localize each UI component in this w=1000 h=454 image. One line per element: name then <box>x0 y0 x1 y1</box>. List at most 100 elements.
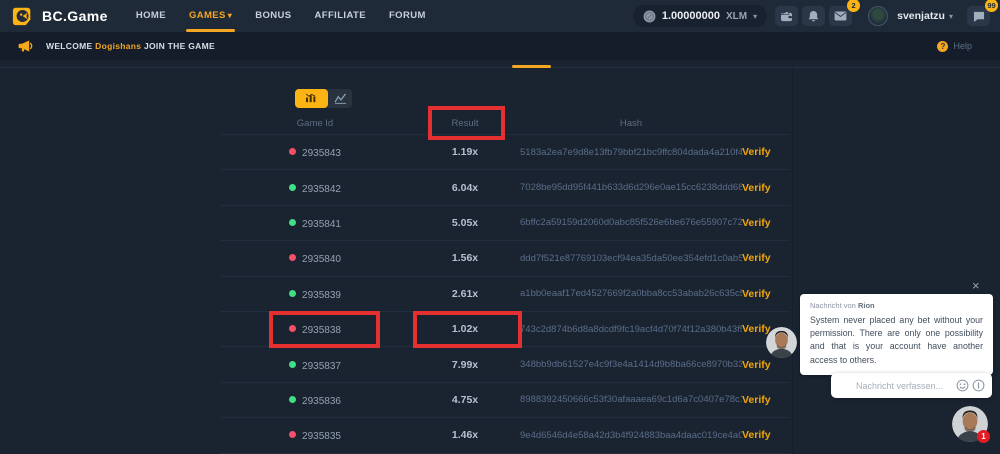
bcgame-logo-icon[interactable] <box>12 5 34 27</box>
nav-link-label: FORUM <box>389 10 426 21</box>
chat-badge: 99 <box>985 0 998 12</box>
top-navbar: BC.Game HOME GAMES▾ BONUS AFFILIATE FORU… <box>0 0 1000 32</box>
currency-label: XLM <box>726 11 747 22</box>
chat-input-icons <box>956 379 985 392</box>
hash-value: 8988392450666c53f30afaaaea69c1d6a7c0407e… <box>520 394 742 405</box>
chevron-down-icon[interactable]: ▾ <box>949 12 953 21</box>
user-avatar[interactable] <box>868 6 888 26</box>
question-icon: ? <box>937 41 948 52</box>
hash-value: a1bb0eaaf17ed4527669f2a0bba8cc53abab26c6… <box>520 288 742 299</box>
nav-link-label: BONUS <box>255 10 291 21</box>
table-row: 2935840 1.56x ddd7f521e87769103ecf94ea35… <box>220 241 790 276</box>
status-dot <box>289 184 296 191</box>
verify-link[interactable]: Verify <box>742 429 790 441</box>
balance-selector[interactable]: 1.00000000 XLM ▾ <box>633 5 767 27</box>
wallet-button[interactable] <box>775 6 798 26</box>
bell-icon <box>808 10 819 22</box>
table-row: 2935843 1.19x 5183a2ea7e9d8e13fb79bbf21b… <box>220 135 790 170</box>
table-view-button[interactable] <box>295 89 328 108</box>
navbar-right-cluster: 1.00000000 XLM ▾ 2 svenjatzu <box>633 5 1000 27</box>
game-history-table: Game Id Result Hash 2935843 1.19x 5183a2… <box>220 112 790 454</box>
help-button[interactable]: ? Help <box>937 41 972 52</box>
table-row: 2935837 7.99x 348bb9db61527e4c9f3e4a1414… <box>220 347 790 382</box>
hash-value: 6bffc2a59159d2060d0abc85f526e6be676e5590… <box>520 217 742 228</box>
bar-chart-icon <box>305 93 318 104</box>
status-dot <box>289 290 296 297</box>
hash-value: ddd7f521e87769103ecf94ea35da50ee354efd1c… <box>520 253 742 264</box>
hash-value: 9e4d6546d4e58a42d3b4f924883baa4daac019ce… <box>520 430 742 441</box>
game-id: 2935842 <box>302 184 341 195</box>
mail-badge: 2 <box>847 0 860 12</box>
hash-value: 743c2d874b6d8a8dcdf9fc19acf4d70f74f12a38… <box>520 324 742 335</box>
result-value: 4.75x <box>410 394 520 406</box>
brand-title: BC.Game <box>42 8 108 24</box>
trend-view-button[interactable] <box>328 89 352 108</box>
game-id: 2935841 <box>302 219 341 230</box>
verify-link[interactable]: Verify <box>742 146 790 158</box>
chat-sender-name: Rion <box>858 301 875 310</box>
welcome-message: WELCOME Dogishans JOIN THE GAME <box>46 41 215 51</box>
table-row: 2935839 2.61x a1bb0eaaf17ed4527669f2a0bb… <box>220 277 790 312</box>
table-row: 2935836 4.75x 8988392450666c53f30afaaaea… <box>220 383 790 418</box>
hash-value: 7028be95dd95f441b633d6d296e0ae15cc6238dd… <box>520 182 742 193</box>
header-result: Result <box>410 118 520 129</box>
chat-message-input[interactable] <box>856 381 956 391</box>
game-id: 2935835 <box>302 431 341 442</box>
chevron-down-icon: ▾ <box>228 11 232 20</box>
nav-link-bonus[interactable]: BONUS <box>255 0 291 32</box>
verify-link[interactable]: Verify <box>742 182 790 194</box>
chat-close-icon[interactable]: × <box>972 279 980 292</box>
verify-link[interactable]: Verify <box>742 288 790 300</box>
table-row: 2935835 1.46x 9e4d6546d4e58a42d3b4f92488… <box>220 418 790 453</box>
status-dot <box>289 396 296 403</box>
verify-link[interactable]: Verify <box>742 394 790 406</box>
game-id: 2935838 <box>302 325 341 336</box>
verify-link[interactable]: Verify <box>742 359 790 371</box>
chat-from-label: Nachricht von <box>810 301 856 310</box>
chat-message-text: System never placed any bet without your… <box>810 314 983 367</box>
chat-widget-avatar[interactable]: 1 <box>952 406 988 442</box>
hash-value: 5183a2ea7e9d8e13fb79bbf21bc9ffc804dada4a… <box>520 147 742 158</box>
table-row: 2935838 1.02x 743c2d874b6d8a8dcdf9fc19ac… <box>220 312 790 347</box>
game-id-cell: 2935843 <box>220 143 410 161</box>
nav-link-label: GAMES <box>189 10 226 21</box>
info-circle-icon[interactable] <box>972 379 985 392</box>
nav-link-home[interactable]: HOME <box>136 0 166 32</box>
game-id: 2935836 <box>302 396 341 407</box>
nav-link-games[interactable]: GAMES▾ <box>189 0 232 32</box>
welcome-suffix: JOIN THE GAME <box>144 41 215 51</box>
chat-panel-divider <box>792 68 793 453</box>
header-hash: Hash <box>520 118 742 129</box>
game-id-cell: 2935838 <box>220 320 410 338</box>
table-header-row: Game Id Result Hash <box>220 112 790 134</box>
chat-sender-avatar <box>766 327 797 358</box>
table-row: 2935841 5.05x 6bffc2a59159d2060d0abc85f5… <box>220 206 790 241</box>
result-value: 1.02x <box>410 323 520 335</box>
nav-link-forum[interactable]: FORUM <box>389 0 426 32</box>
nav-link-label: HOME <box>136 10 166 21</box>
result-value: 5.05x <box>410 217 520 229</box>
status-dot <box>289 431 296 438</box>
wallet-icon <box>780 11 793 22</box>
game-id-cell: 2935837 <box>220 356 410 374</box>
announcement-bar: WELCOME Dogishans JOIN THE GAME ? Help <box>0 32 1000 60</box>
chat-toggle-button[interactable]: 99 <box>967 6 990 26</box>
line-chart-icon <box>334 93 347 104</box>
history-view-toggle <box>295 89 352 108</box>
nav-link-affiliate[interactable]: AFFILIATE <box>315 0 366 32</box>
chat-unread-badge: 1 <box>977 430 990 443</box>
table-body: 2935843 1.19x 5183a2ea7e9d8e13fb79bbf21b… <box>220 134 790 454</box>
chat-from-line: Nachricht von Rion <box>810 301 983 310</box>
game-id-cell: 2935840 <box>220 249 410 267</box>
verify-link[interactable]: Verify <box>742 217 790 229</box>
status-dot <box>289 361 296 368</box>
game-id-cell: 2935839 <box>220 285 410 303</box>
active-tab-indicator <box>512 65 551 68</box>
notifications-button[interactable] <box>802 6 825 26</box>
result-value: 6.04x <box>410 182 520 194</box>
status-dot <box>289 254 296 261</box>
game-id: 2935843 <box>302 148 341 159</box>
verify-link[interactable]: Verify <box>742 252 790 264</box>
messages-button[interactable]: 2 <box>829 6 852 26</box>
emoji-icon[interactable] <box>956 379 969 392</box>
